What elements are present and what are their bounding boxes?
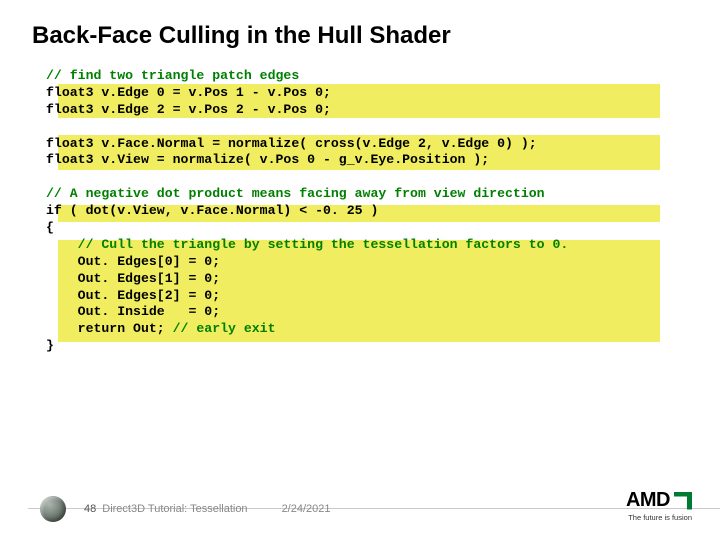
code-comment: // Cull the triangle by setting the tess… <box>46 237 692 254</box>
code-line: Out. Edges[2] = 0; <box>46 288 692 305</box>
code-line: } <box>46 338 692 355</box>
code-line: Out. Inside = 0; <box>46 304 692 321</box>
slide: Back-Face Culling in the Hull Shader // … <box>0 0 720 540</box>
code-line: float3 v.Edge 0 = v.Pos 1 - v.Pos 0; <box>46 85 692 102</box>
amd-arrow-icon <box>674 492 692 510</box>
code-comment: // find two triangle patch edges <box>46 68 692 85</box>
code-block: // find two triangle patch edges float3 … <box>28 68 692 355</box>
amd-mark: AMD <box>626 489 692 512</box>
amd-brand-text: AMD <box>626 489 670 512</box>
code-comment: // A negative dot product means facing a… <box>46 186 692 203</box>
footer-date: 2/24/2021 <box>282 503 331 515</box>
code-blank <box>46 119 692 136</box>
footer-doc-title: Direct3D Tutorial: Tessellation <box>102 503 247 515</box>
amd-tagline: The future is fusion <box>626 513 692 522</box>
footer: 48 Direct3D Tutorial: Tessellation 2/24/… <box>0 492 720 526</box>
code-line: float3 v.View = normalize( v.Pos 0 - g_v… <box>46 152 692 169</box>
code-line: float3 v.Face.Normal = normalize( cross(… <box>46 136 692 153</box>
amd-logo: AMD The future is fusion <box>626 489 692 522</box>
slide-title: Back-Face Culling in the Hull Shader <box>28 22 692 50</box>
code-blank <box>46 169 692 186</box>
code-comment: // early exit <box>173 321 276 336</box>
code-line: float3 v.Edge 2 = v.Pos 2 - v.Pos 0; <box>46 102 692 119</box>
code-line: if ( dot(v.View, v.Face.Normal) < -0. 25… <box>46 203 692 220</box>
code-line: return Out; // early exit <box>46 321 692 338</box>
page-number: 48 <box>84 503 96 515</box>
code-line: Out. Edges[0] = 0; <box>46 254 692 271</box>
fusion-icon <box>40 496 66 522</box>
code-line: { <box>46 220 692 237</box>
code-line: Out. Edges[1] = 0; <box>46 271 692 288</box>
